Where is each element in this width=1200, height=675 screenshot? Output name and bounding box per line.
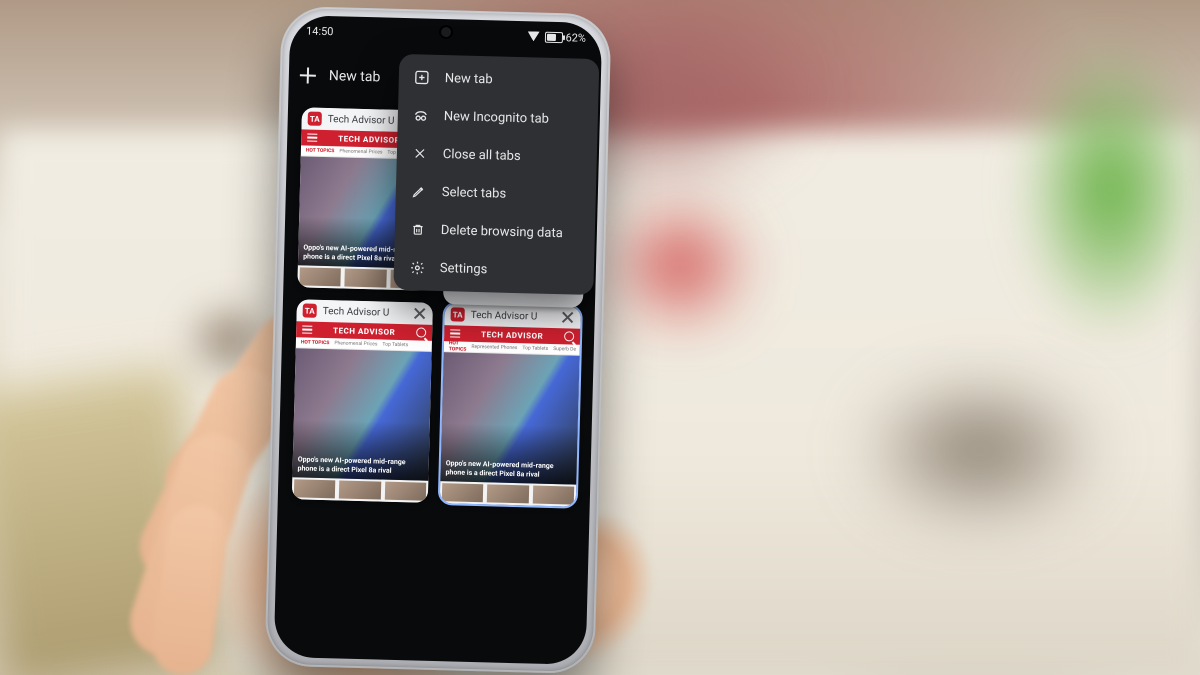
site-brand: TECH ADVISOR bbox=[481, 330, 543, 341]
menu-label: Close all tabs bbox=[443, 147, 521, 164]
tab-card[interactable]: TA Tech Advisor U TECH ADVISOR HOT TOPIC… bbox=[292, 299, 433, 502]
nav-link: Top Tablets bbox=[522, 345, 548, 352]
battery-percent: 62% bbox=[565, 31, 586, 45]
favicon: TA bbox=[308, 112, 322, 126]
photo-scene: 14:50 62% New tab bbox=[0, 0, 1200, 675]
trash-icon bbox=[409, 220, 427, 238]
nav-link: Phenomenal Prices bbox=[334, 340, 377, 347]
thumbnail-row bbox=[440, 481, 577, 507]
menu-label: Settings bbox=[440, 261, 488, 277]
status-time: 14:50 bbox=[306, 24, 334, 38]
battery-icon bbox=[544, 31, 562, 42]
article-preview: Oppo's new AI-powered mid-range phone is… bbox=[292, 348, 431, 481]
hamburger-icon bbox=[302, 325, 312, 333]
nav-link: Phenomenal Prices bbox=[339, 148, 382, 155]
thumbnail-row bbox=[292, 477, 429, 503]
close-icon bbox=[411, 144, 429, 162]
new-tab-button[interactable]: New tab bbox=[329, 68, 381, 85]
menu-item-close-all[interactable]: Close all tabs bbox=[396, 134, 597, 177]
hamburger-icon bbox=[450, 329, 460, 337]
menu-item-settings[interactable]: Settings bbox=[393, 248, 594, 291]
tab-card-selected[interactable]: TA Tech Advisor U TECH ADVISOR HOT TOPIC… bbox=[440, 303, 581, 506]
tab-title: Tech Advisor U bbox=[471, 309, 555, 322]
battery-indicator: 62% bbox=[544, 30, 586, 44]
nav-link: Superb De bbox=[553, 346, 576, 353]
article-headline: Oppo's new AI-powered mid-range phone is… bbox=[297, 456, 423, 476]
nav-link: Top Tablets bbox=[382, 342, 408, 349]
article-headline: Oppo's new AI-powered mid-range phone is… bbox=[445, 459, 571, 479]
wifi-icon bbox=[527, 31, 539, 41]
menu-label: New Incognito tab bbox=[444, 109, 549, 127]
menu-label: Delete browsing data bbox=[441, 223, 563, 241]
article-preview: Oppo's new AI-powered mid-range phone is… bbox=[440, 352, 579, 485]
favicon: TA bbox=[450, 307, 464, 321]
menu-item-incognito[interactable]: New Incognito tab bbox=[397, 96, 598, 139]
favicon: TA bbox=[303, 303, 317, 317]
close-tab-icon[interactable] bbox=[560, 310, 574, 324]
hot-topics-label: HOT TOPICS bbox=[306, 147, 335, 154]
site-brand: TECH ADVISOR bbox=[333, 326, 395, 337]
gear-icon bbox=[408, 258, 426, 276]
new-tab-icon bbox=[413, 68, 431, 86]
incognito-icon bbox=[412, 106, 430, 124]
hot-topics-label: HOT TOPICS bbox=[449, 340, 467, 352]
menu-label: New tab bbox=[445, 71, 493, 87]
search-icon bbox=[416, 327, 426, 337]
overflow-menu: New tab New Incognito tab Close all tabs bbox=[393, 54, 599, 295]
phone: 14:50 62% New tab bbox=[264, 6, 611, 674]
menu-item-delete-data[interactable]: Delete browsing data bbox=[394, 210, 595, 253]
pencil-icon bbox=[410, 182, 428, 200]
plant-blur bbox=[980, 0, 1200, 400]
close-tab-icon[interactable] bbox=[413, 306, 427, 320]
menu-item-new-tab[interactable]: New tab bbox=[398, 58, 599, 101]
search-icon bbox=[564, 331, 574, 341]
site-brand: TECH ADVISOR bbox=[338, 134, 400, 145]
menu-label: Select tabs bbox=[442, 185, 507, 202]
hamburger-icon bbox=[307, 134, 317, 142]
tab-title: Tech Advisor U bbox=[323, 305, 407, 318]
nav-link: Represented Phones bbox=[471, 344, 517, 351]
phone-screen: 14:50 62% New tab bbox=[274, 15, 603, 665]
menu-item-select-tabs[interactable]: Select tabs bbox=[395, 172, 596, 215]
hot-topics-label: HOT TOPICS bbox=[301, 339, 330, 346]
plus-icon[interactable] bbox=[299, 66, 317, 84]
